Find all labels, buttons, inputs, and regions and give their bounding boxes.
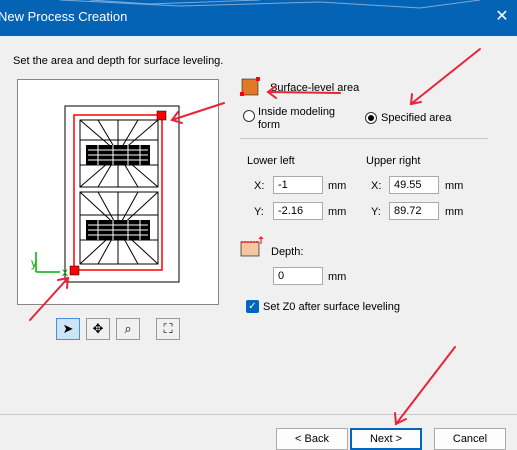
cancel-button[interactable]: Cancel xyxy=(434,428,506,450)
upper-right-x-unit: mm xyxy=(445,180,464,192)
surface-area-icon xyxy=(240,77,260,96)
set-z0-label: Set Z0 after surface leveling xyxy=(263,301,400,313)
fit-tool-button[interactable]: ⛶ xyxy=(156,318,180,340)
window-title: New Process Creation xyxy=(0,9,128,24)
move-cross-icon: ✥ xyxy=(92,321,104,336)
title-bar: New Process Creation ✕ xyxy=(0,0,517,36)
lower-left-x-input[interactable]: -1 xyxy=(273,176,323,194)
lower-left-y-input[interactable]: -2.16 xyxy=(273,202,323,220)
zoom-tool-button[interactable]: ⌕ xyxy=(116,318,140,340)
select-tool-button[interactable]: ➤ xyxy=(56,318,80,340)
instructions-text: Set the area and depth for surface level… xyxy=(13,55,224,67)
model-preview-drawing: y x xyxy=(31,105,180,283)
lower-left-x-label: X: xyxy=(254,180,265,192)
upper-right-y-unit: mm xyxy=(445,206,464,218)
arrow-pointer-icon: ➤ xyxy=(62,321,74,336)
upper-right-y-input[interactable]: 89.72 xyxy=(389,202,439,220)
specified-area-label: Specified area xyxy=(381,112,452,124)
specified-area-radio[interactable] xyxy=(365,112,377,124)
checkmark-icon: ✓ xyxy=(248,301,257,312)
close-icon: ✕ xyxy=(495,8,509,25)
next-button[interactable]: Next > xyxy=(350,428,422,450)
upper-right-x-input[interactable]: 49.55 xyxy=(389,176,439,194)
upper-right-title: Upper right xyxy=(366,155,421,167)
upper-right-y-label: Y: xyxy=(371,206,381,218)
depth-icon xyxy=(240,236,264,257)
preview-canvas[interactable]: y x xyxy=(17,79,219,305)
footer-divider xyxy=(0,414,517,415)
lower-left-x-unit: mm xyxy=(328,180,347,192)
set-z0-checkbox[interactable]: ✓ xyxy=(246,300,259,313)
lower-left-y-label: Y: xyxy=(254,206,264,218)
inside-modeling-form-radio[interactable] xyxy=(243,110,255,122)
area-group-title: Surface-level area xyxy=(270,82,360,94)
divider xyxy=(240,138,488,139)
axis-x-label: x xyxy=(62,265,68,279)
close-button[interactable]: ✕ xyxy=(493,8,511,26)
magnifier-icon: ⌕ xyxy=(124,321,132,336)
back-button[interactable]: < Back xyxy=(276,428,348,450)
depth-unit: mm xyxy=(328,271,347,283)
lower-left-title: Lower left xyxy=(247,155,295,167)
depth-input[interactable]: 0 xyxy=(273,267,323,285)
upper-right-x-label: X: xyxy=(371,180,382,192)
upper-right-handle xyxy=(156,110,167,121)
lower-left-y-unit: mm xyxy=(328,206,347,218)
fit-frame-icon: ⛶ xyxy=(163,321,173,336)
lower-left-handle xyxy=(69,265,80,276)
pan-tool-button[interactable]: ✥ xyxy=(86,318,110,340)
depth-label: Depth: xyxy=(271,246,304,258)
axis-y-label: y xyxy=(31,256,37,270)
inside-modeling-form-label: Inside modeling form xyxy=(258,106,336,131)
